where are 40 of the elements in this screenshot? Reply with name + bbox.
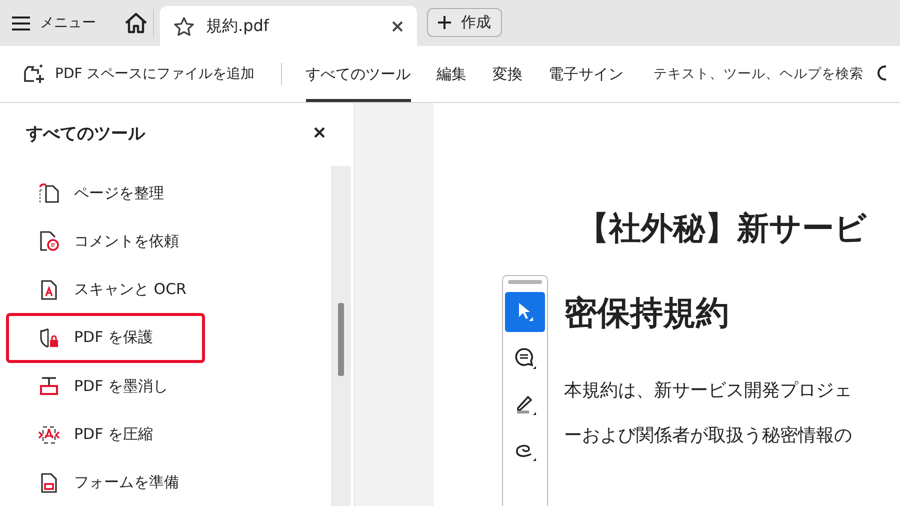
scrollbar-thumb[interactable]: [338, 303, 344, 376]
plus-icon: [438, 16, 451, 29]
comment-icon: [513, 346, 537, 370]
drag-handle[interactable]: [508, 280, 542, 284]
form-icon: [38, 472, 60, 494]
create-button[interactable]: 作成: [427, 8, 502, 37]
nav-tab[interactable]: 変換: [492, 46, 523, 102]
tool-item[interactable]: ページを整理: [6, 168, 205, 218]
document-tab[interactable]: 規約.pdf: [160, 6, 417, 46]
tool-item[interactable]: PDF を保護: [6, 312, 205, 364]
tool-item[interactable]: コメントを依頼: [6, 216, 205, 267]
folder-plus-icon: [22, 63, 46, 85]
close-button[interactable]: [314, 126, 328, 140]
close-icon[interactable]: [392, 20, 403, 32]
close-icon: [314, 126, 325, 138]
tool-item[interactable]: フォームを準備: [6, 458, 205, 506]
tool-item[interactable]: PDF を墨消し: [6, 361, 205, 412]
scan-document-icon: [38, 278, 60, 301]
document-heading: 密保持規約: [564, 292, 730, 334]
compress-icon: [38, 424, 60, 446]
paragraph-line: 本規約は、新サービス開発プロジェ: [564, 379, 853, 403]
panel-title: すべてのツール: [26, 123, 145, 145]
nav-tab[interactable]: 電子サイン: [548, 46, 624, 102]
search-field[interactable]: テキスト、ツール、ヘルプを検索: [654, 66, 868, 82]
paragraph-line: ーおよび関係者が取扱う秘密情報の: [564, 424, 853, 448]
shield-lock-icon: [38, 326, 60, 349]
tool-item[interactable]: PDF を圧縮: [6, 409, 205, 460]
tab-title: 規約.pdf: [206, 16, 270, 36]
redact-icon: [38, 375, 60, 398]
scrollbar-track[interactable]: [331, 166, 351, 506]
home-icon: [124, 12, 148, 34]
menu-button[interactable]: メニュー: [8, 0, 104, 46]
menu-icon: [12, 16, 30, 30]
add-files-button[interactable]: PDF スペースにファイルを追加: [22, 63, 255, 85]
star-icon: [174, 16, 194, 36]
tool-item[interactable]: スキャンと OCR: [6, 264, 205, 315]
pages-icon: [38, 182, 60, 204]
document-title: 【社外秘】新サービ: [577, 208, 868, 249]
comment-document-icon: [38, 230, 60, 252]
nav-tab[interactable]: 編集: [436, 46, 467, 102]
